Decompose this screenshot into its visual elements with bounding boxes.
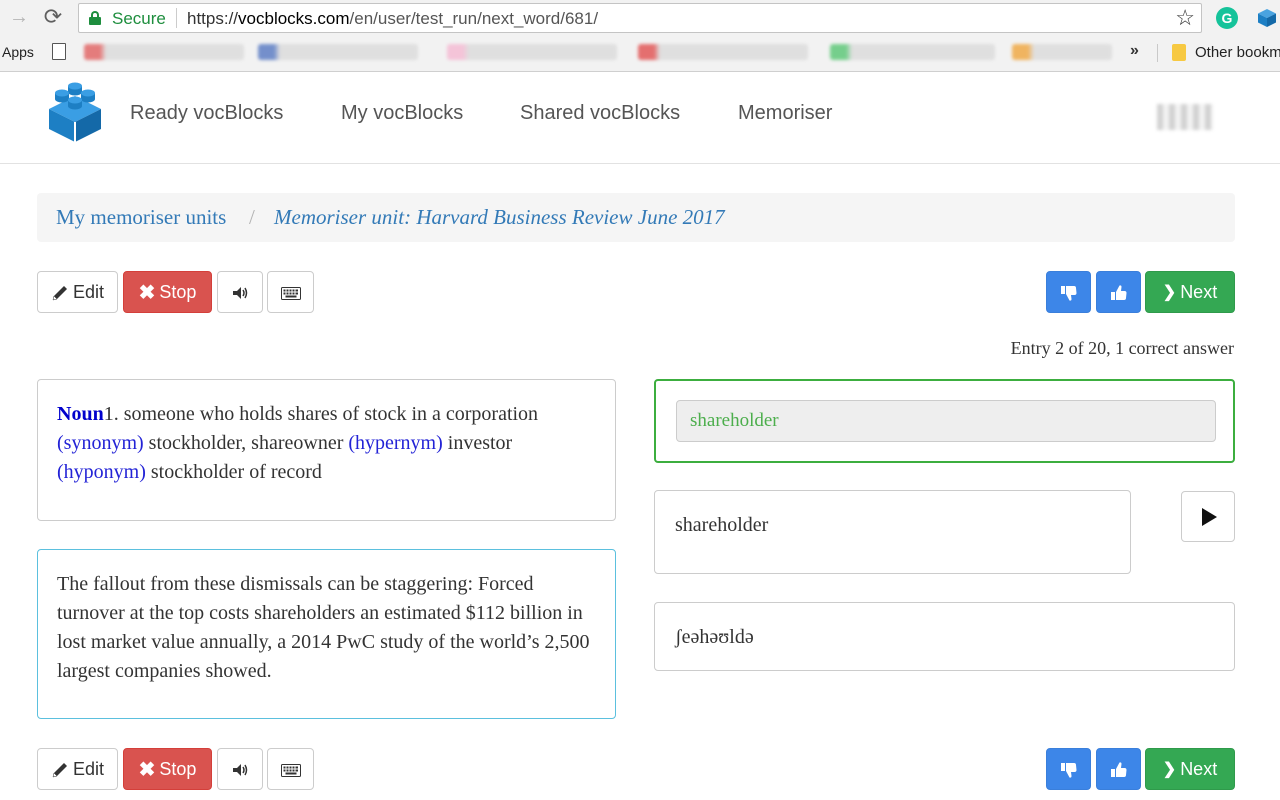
pronunciation-panel: ʃeəhəʊldə [654,602,1235,671]
hyponym-word: stockholder of record [150,461,322,483]
nav-my-vocblocks[interactable]: My vocBlocks [341,102,463,125]
secure-label: Secure [112,9,166,28]
address-bar[interactable]: Secure https://vocblocks.com/en/user/tes… [78,3,1202,33]
ipa-text: ʃeəhəʊldə [675,626,754,648]
synonym-tag: (synonym) [57,432,144,454]
bookmark-item[interactable] [447,44,617,60]
breadcrumb-memoriser-units[interactable]: My memoriser units [56,205,226,230]
audio-button[interactable] [217,271,263,313]
address-divider [176,8,177,28]
keyboard-icon [280,286,301,300]
stop-button[interactable]: ✖ Stop [123,271,212,313]
forward-arrow-icon[interactable]: → [8,6,30,28]
url-text[interactable]: https://vocblocks.com/en/user/test_run/n… [187,9,598,29]
edit-button-bottom[interactable]: Edit [37,748,118,790]
volume-icon [233,764,248,777]
thumbs-up-button-bottom[interactable] [1096,748,1141,790]
stop-label: Stop [159,759,197,779]
edit-label: Edit [72,759,105,779]
thumbs-up-icon [1110,762,1126,778]
definition-panel: Noun1. someone who holds shares of stock… [37,379,616,521]
page-icon[interactable] [52,43,66,60]
bookmarks-overflow-icon[interactable]: » [1130,42,1139,60]
next-button-bottom[interactable]: ❯ Next [1145,748,1235,790]
breadcrumb-current-unit[interactable]: Memoriser unit: Harvard Business Review … [274,205,725,230]
word-text: shareholder [675,514,769,536]
vocblocks-extension-icon[interactable] [1256,7,1278,29]
part-of-speech: Noun [57,403,104,425]
edit-label: Edit [72,282,105,302]
bookmark-item[interactable] [84,44,244,60]
chevron-right-icon: ❯ [1162,761,1177,779]
chevron-right-icon: ❯ [1162,284,1177,302]
bookmark-item[interactable] [258,44,418,60]
lock-icon [89,11,101,25]
keyboard-button[interactable] [267,271,314,313]
nav-shared-vocblocks[interactable]: Shared vocBlocks [520,102,680,125]
bookmark-star-icon[interactable]: ☆ [1175,5,1195,31]
stop-label: Stop [159,282,197,302]
close-icon: ✖ [138,759,156,782]
thumbs-down-button[interactable] [1046,271,1091,313]
word-panel: shareholder [654,490,1131,574]
sense-number: 1. [103,403,119,425]
bookmark-item[interactable] [830,44,995,60]
next-button[interactable]: ❯ Next [1145,271,1235,313]
bookmarks-bar: Apps » Other bookm [0,38,1280,68]
hypernym-word: investor [447,432,513,454]
close-icon: ✖ [138,282,156,305]
bookmark-item[interactable] [638,44,808,60]
nav-ready-vocblocks[interactable]: Ready vocBlocks [130,102,283,125]
top-navbar: Ready vocBlocks My vocBlocks Shared vocB… [0,72,1280,164]
play-pronunciation-button[interactable] [1181,491,1235,542]
stop-button-bottom[interactable]: ✖ Stop [123,748,212,790]
keyboard-icon [280,763,301,777]
keyboard-button-bottom[interactable] [267,748,314,790]
hyponym-tag: (hyponym) [57,461,146,483]
thumbs-down-icon [1060,763,1076,778]
vocblocks-logo[interactable] [46,82,104,142]
bookmark-item[interactable] [1012,44,1112,60]
url-scheme: https:// [187,9,239,28]
pencil-icon [52,286,67,301]
url-path: /en/user/test_run/next_word/681/ [349,9,599,28]
synonym-list: stockholder, shareowner [148,432,344,454]
folder-icon [1172,44,1186,61]
apps-shortcut[interactable]: Apps [2,44,34,60]
next-label: Next [1180,759,1218,779]
user-avatar[interactable] [1157,104,1213,130]
answer-panel: shareholder [654,379,1235,463]
next-label: Next [1180,282,1218,302]
hypernym-tag: (hypernym) [348,432,443,454]
answer-input[interactable]: shareholder [676,400,1216,442]
progress-status: Entry 2 of 20, 1 correct answer [1010,338,1234,358]
reload-icon[interactable]: ⟳ [40,5,66,29]
audio-button-bottom[interactable] [217,748,263,790]
play-icon [1202,508,1217,526]
bookmarks-divider [1157,44,1158,62]
thumbs-up-button[interactable] [1096,271,1141,313]
url-host: vocblocks.com [238,9,350,28]
example-text: The fallout from these dismissals can be… [57,573,590,682]
grammarly-extension-icon[interactable]: G [1216,7,1238,29]
thumbs-up-icon [1110,285,1126,301]
pencil-icon [52,763,67,778]
browser-chrome: → ⟳ Secure https://vocblocks.com/en/user… [0,0,1280,72]
thumbs-down-icon [1060,286,1076,301]
thumbs-down-button-bottom[interactable] [1046,748,1091,790]
nav-memoriser[interactable]: Memoriser [738,102,832,125]
breadcrumb-separator: / [249,205,255,229]
breadcrumb: My memoriser units / Memoriser unit: Har… [37,193,1235,242]
other-bookmarks-folder[interactable]: Other bookm [1195,44,1280,61]
definition-gloss: someone who holds shares of stock in a c… [123,403,539,425]
volume-icon [233,287,248,300]
edit-button[interactable]: Edit [37,271,118,313]
example-sentence-panel: The fallout from these dismissals can be… [37,549,616,719]
